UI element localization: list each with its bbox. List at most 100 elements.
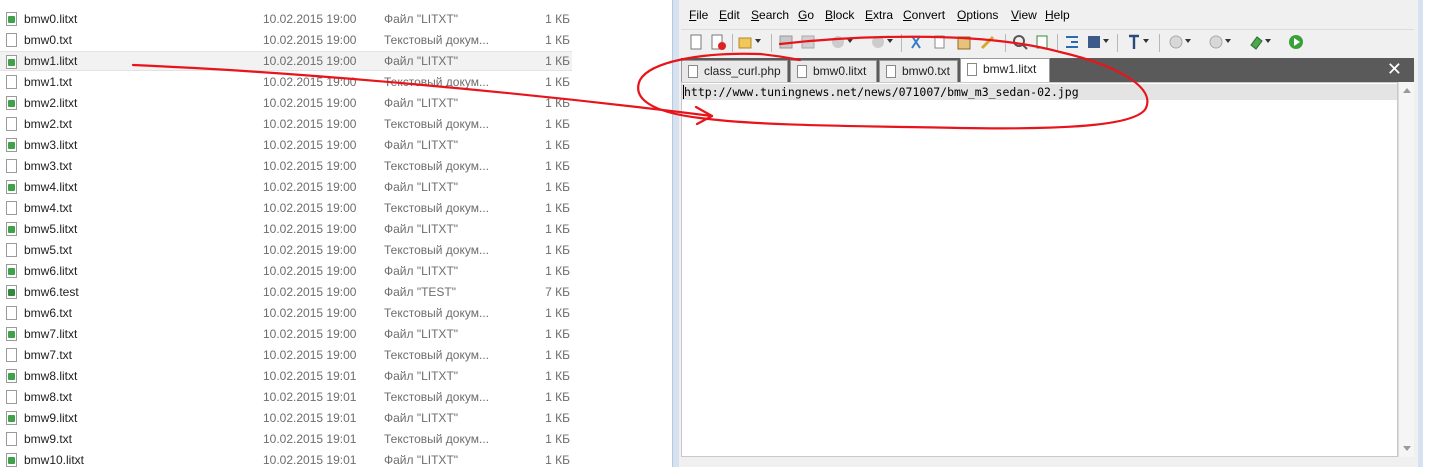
toolbar-separator (732, 34, 733, 52)
toolbar-separator (1159, 34, 1160, 52)
file-name: bmw7.txt (24, 348, 73, 362)
file-row[interactable]: bmw1.txt 10.02.2015 19:00 Текстовый докум.… (0, 72, 572, 92)
file-type: Файл "LITXT" (384, 222, 459, 236)
replace-icon[interactable] (1033, 33, 1051, 51)
file-date: 10.02.2015 19:00 (263, 159, 357, 173)
file-row[interactable]: bmw8.txt 10.02.2015 19:01 Текстовый докум.… (0, 387, 572, 407)
file-name: bmw1.litxt (24, 54, 78, 68)
line-text: http://www.tuningnews.net/news/071007/bm… (684, 85, 1079, 99)
zoom-out-icon[interactable] (1207, 33, 1225, 51)
bookmark-icon[interactable] (1247, 33, 1265, 51)
file-size: 1 КБ (545, 96, 570, 110)
font-icon[interactable] (1125, 33, 1143, 51)
menu-accelerator: S (751, 8, 760, 22)
dropdown-arrow-icon[interactable] (1225, 39, 1231, 43)
file-row[interactable]: bmw2.litxt 10.02.2015 19:00 Файл "LITXT" 1 … (0, 93, 572, 113)
file-name: bmw8.litxt (24, 369, 78, 383)
menu-options[interactable]: Options (957, 8, 998, 22)
close-tab-icon[interactable]: ✕ (1387, 60, 1402, 78)
dropdown-arrow-icon[interactable] (1265, 39, 1271, 43)
menu-view[interactable]: View (1011, 8, 1037, 22)
menu-label-rest: iew (1018, 8, 1037, 22)
file-name: bmw6.test (24, 285, 79, 299)
file-row[interactable]: bmw0.litxt 10.02.2015 19:00 Файл "LITXT" 1 … (0, 9, 572, 29)
run-icon[interactable] (1287, 33, 1305, 51)
menu-accelerator: B (825, 8, 834, 22)
file-row[interactable]: bmw7.litxt 10.02.2015 19:00 Файл "LITXT" 1 … (0, 324, 572, 344)
menu-file[interactable]: File (689, 8, 708, 22)
file-row[interactable]: bmw5.litxt 10.02.2015 19:00 Файл "LITXT" 1 … (0, 219, 572, 239)
menu-block[interactable]: Block (825, 8, 854, 22)
redo-icon[interactable] (869, 33, 887, 51)
menu-convert[interactable]: Convert (903, 8, 945, 22)
dropdown-arrow-icon[interactable] (887, 39, 893, 43)
text-editor-area[interactable]: http://www.tuningnews.net/news/071007/bm… (681, 82, 1398, 457)
menu-accelerator: G (798, 8, 808, 22)
text-file-icon (6, 159, 17, 173)
vertical-scrollbar[interactable] (1398, 82, 1414, 457)
file-date: 10.02.2015 19:00 (263, 12, 357, 26)
close-document-icon[interactable] (709, 33, 727, 51)
dropdown-arrow-icon[interactable] (1185, 39, 1191, 43)
open-folder-icon[interactable] (737, 33, 755, 51)
tab-class-curl-php[interactable]: class_curl.php (681, 60, 788, 82)
tab-bmw1-litxt[interactable]: bmw1.litxt (960, 58, 1050, 82)
file-row[interactable]: bmw7.txt 10.02.2015 19:00 Текстовый докум.… (0, 345, 572, 365)
dropdown-arrow-icon[interactable] (755, 39, 761, 43)
scroll-down-icon[interactable] (1403, 446, 1411, 451)
menu-edit[interactable]: Edit (719, 8, 740, 22)
current-line[interactable]: http://www.tuningnews.net/news/071007/bm… (682, 84, 1397, 100)
menu-go[interactable]: Go (798, 8, 814, 22)
block-icon[interactable] (1085, 33, 1103, 51)
tab-bmw0-txt[interactable]: bmw0.txt (879, 60, 958, 82)
file-row[interactable]: bmw0.txt 10.02.2015 19:00 Текстовый докум.… (0, 30, 572, 50)
file-date: 10.02.2015 19:01 (263, 411, 357, 425)
file-row[interactable]: bmw6.litxt 10.02.2015 19:00 Файл "LITXT" 1 … (0, 261, 572, 281)
menu-search[interactable]: Search (751, 8, 789, 22)
file-size: 1 КБ (545, 264, 570, 278)
tab-bmw0-litxt[interactable]: bmw0.litxt (790, 60, 877, 82)
file-row[interactable]: bmw4.litxt 10.02.2015 19:00 Файл "LITXT" 1 … (0, 177, 572, 197)
zoom-in-icon[interactable] (1167, 33, 1185, 51)
toolbar-separator (901, 34, 902, 52)
file-row[interactable]: bmw1.litxt 10.02.2015 19:00 Файл "LITXT" 1 … (0, 51, 572, 71)
file-date: 10.02.2015 19:01 (263, 432, 357, 446)
file-row[interactable]: bmw9.txt 10.02.2015 19:01 Текстовый докум.… (0, 429, 572, 449)
file-row[interactable]: bmw9.litxt 10.02.2015 19:01 Файл "LITXT" 1 … (0, 408, 572, 428)
file-row[interactable]: bmw10.litxt 10.02.2015 19:01 Файл "LITXT" 1… (0, 450, 572, 470)
menu-help[interactable]: Help (1045, 8, 1070, 22)
cut-icon[interactable] (907, 33, 925, 51)
text-file-icon (6, 117, 17, 131)
file-row[interactable]: bmw6.txt 10.02.2015 19:00 Текстовый докум.… (0, 303, 572, 323)
file-row[interactable]: bmw3.txt 10.02.2015 19:00 Текстовый докум.… (0, 156, 572, 176)
toolbar-separator (1117, 34, 1118, 52)
new-document-icon[interactable] (687, 33, 705, 51)
save-all-icon[interactable] (799, 33, 817, 51)
dropdown-arrow-icon[interactable] (847, 39, 853, 43)
menu-extra[interactable]: Extra (865, 8, 893, 22)
file-row[interactable]: bmw2.txt 10.02.2015 19:00 Текстовый докум.… (0, 114, 572, 134)
file-row[interactable]: bmw4.txt 10.02.2015 19:00 Текстовый докум.… (0, 198, 572, 218)
file-row[interactable]: bmw3.litxt 10.02.2015 19:00 Файл "LITXT" 1 … (0, 135, 572, 155)
window-frame-left (673, 0, 679, 467)
file-type: Текстовый докум... (384, 432, 489, 446)
file-icon (6, 327, 17, 341)
file-row[interactable]: bmw8.litxt 10.02.2015 19:01 Файл "LITXT" 1 … (0, 366, 572, 386)
file-type: Текстовый докум... (384, 75, 489, 89)
dropdown-arrow-icon[interactable] (1143, 39, 1149, 43)
file-row[interactable]: bmw5.txt 10.02.2015 19:00 Текстовый докум.… (0, 240, 572, 260)
dropdown-arrow-icon[interactable] (1103, 39, 1109, 43)
clear-icon[interactable] (979, 33, 997, 51)
scroll-up-icon[interactable] (1403, 88, 1411, 93)
copy-icon[interactable] (931, 33, 949, 51)
undo-icon[interactable] (829, 33, 847, 51)
indent-icon[interactable] (1063, 33, 1081, 51)
file-date: 10.02.2015 19:00 (263, 243, 357, 257)
file-row[interactable]: bmw6.test 10.02.2015 19:00 Файл "TEST" 7 КБ (0, 282, 572, 302)
menu-accelerator: O (957, 8, 967, 22)
toolbar (681, 29, 1414, 56)
find-icon[interactable] (1011, 33, 1029, 51)
file-size: 1 КБ (545, 411, 570, 425)
save-icon[interactable] (777, 33, 795, 51)
paste-icon[interactable] (955, 33, 973, 51)
